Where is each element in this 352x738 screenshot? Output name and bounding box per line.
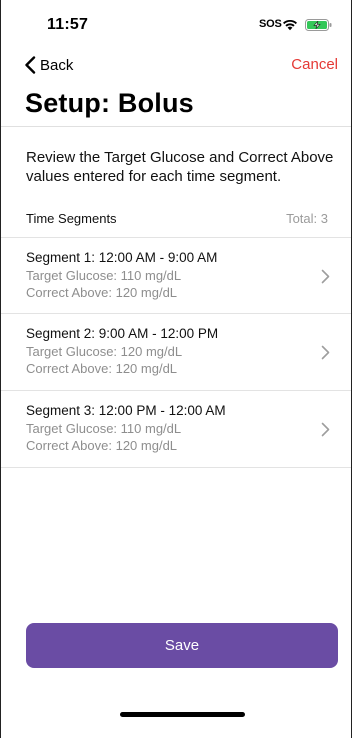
wifi-icon: [283, 19, 297, 31]
segment-name: Segment 1: 12:00 AM - 9:00 AM: [26, 250, 218, 265]
intro-text: Review the Target Glucose and Correct Ab…: [26, 149, 334, 185]
back-label: Back: [40, 56, 74, 74]
segment-row[interactable]: Segment 3: 12:00 PM - 12:00 AM Target Gl…: [0, 391, 352, 468]
segment-correct-above: Correct Above: 120 mg/dL: [26, 438, 178, 453]
segments-total: Total: 3: [286, 211, 328, 226]
segment-correct-above: Correct Above: 120 mg/dL: [26, 361, 178, 376]
phone-screen: 11:57 SOS Back Cancel Setup: Bolus Revie…: [0, 0, 352, 738]
page-title: Setup: Bolus: [25, 88, 194, 118]
frame-edge: [0, 0, 1, 738]
home-indicator[interactable]: [120, 712, 245, 717]
segment-target-glucose: Target Glucose: 120 mg/dL: [26, 344, 183, 359]
battery-charging-icon: [305, 19, 332, 31]
segment-correct-above: Correct Above: 120 mg/dL: [26, 285, 178, 300]
chevron-right-icon: [321, 269, 330, 284]
chevron-left-icon: [25, 56, 36, 74]
segment-row[interactable]: Segment 2: 9:00 AM - 12:00 PM Target Glu…: [0, 314, 352, 391]
cancel-button[interactable]: Cancel: [291, 56, 338, 73]
chevron-right-icon: [321, 345, 330, 360]
time-segments-header: Time Segments Total: 3: [0, 200, 352, 236]
sos-indicator: SOS: [259, 18, 282, 30]
chevron-right-icon: [321, 422, 330, 437]
segment-target-glucose: Target Glucose: 110 mg/dL: [26, 268, 182, 283]
time-segments-title: Time Segments: [26, 211, 117, 226]
save-button[interactable]: Save: [26, 623, 338, 668]
status-bar: 11:57 SOS: [0, 0, 352, 48]
segment-list: Segment 1: 12:00 AM - 9:00 AM Target Glu…: [0, 237, 352, 468]
segment-name: Segment 3: 12:00 PM - 12:00 AM: [26, 403, 226, 418]
segment-target-glucose: Target Glucose: 110 mg/dL: [26, 421, 182, 436]
divider: [0, 126, 352, 127]
segment-row[interactable]: Segment 1: 12:00 AM - 9:00 AM Target Glu…: [0, 237, 352, 314]
status-time: 11:57: [47, 16, 89, 33]
segment-name: Segment 2: 9:00 AM - 12:00 PM: [26, 326, 219, 341]
back-button[interactable]: Back: [24, 54, 73, 76]
